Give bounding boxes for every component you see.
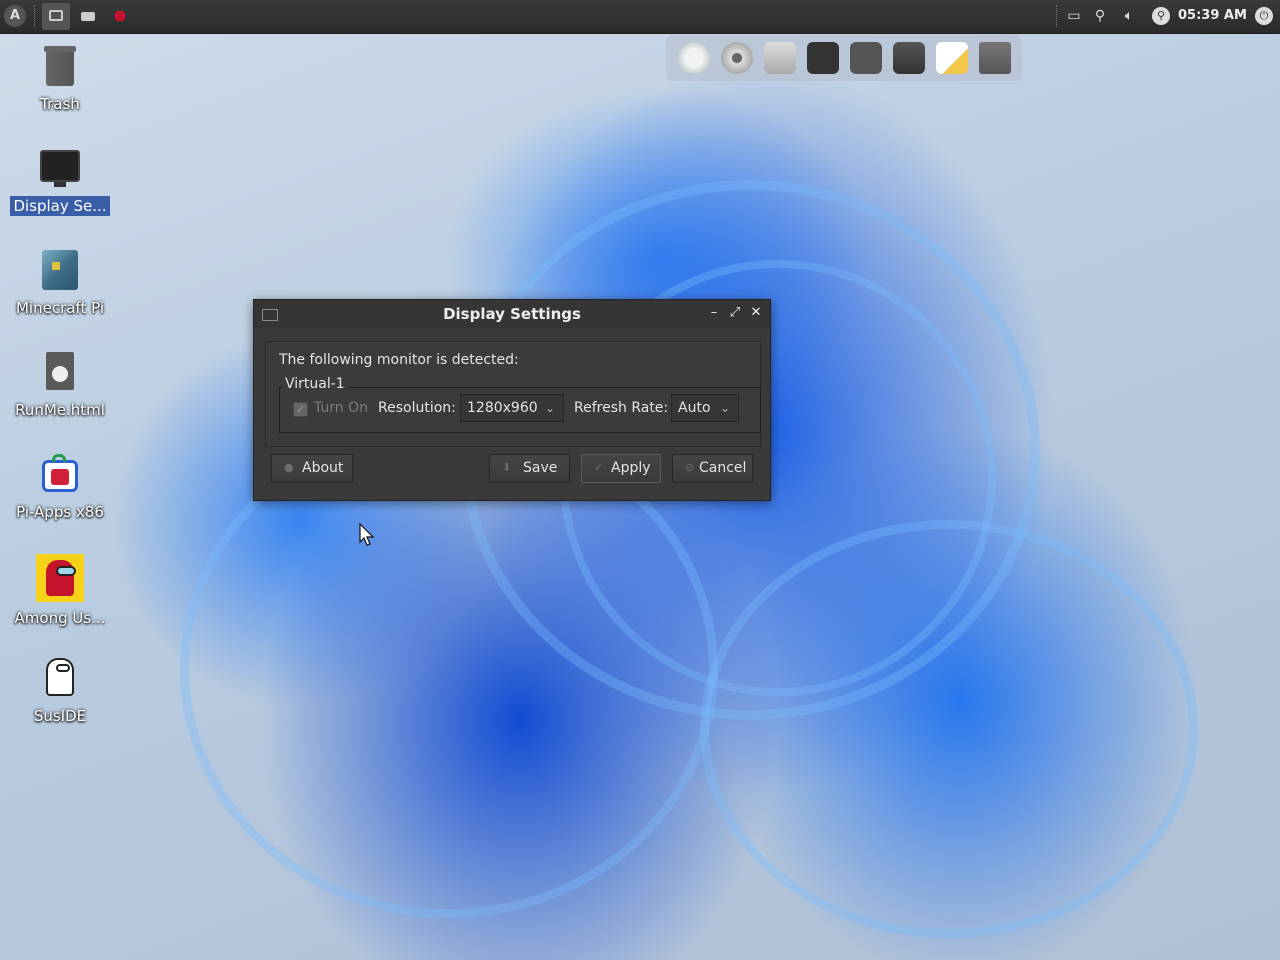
apply-label: Apply [611,460,651,476]
desktop-icon-label: Display Se... [10,196,110,216]
turn-on-label: Turn On [314,400,369,416]
top-panel: A ▭ ⚲ 🔈︎ ⚲ 05:39 AM ⏻ [0,0,1280,34]
cancel-label: Cancel [699,460,747,476]
among-us-icon [36,554,84,602]
calculator-icon[interactable] [850,42,882,74]
save-button[interactable]: ⬇ Save [489,454,570,483]
desktop-icon-label: Minecraft Pi [15,299,104,317]
info-icon: ● [284,461,294,474]
archive-icon[interactable] [764,42,796,74]
close-button[interactable]: ✕ [749,306,763,320]
desktop-icon-suside[interactable]: SusIDE [8,656,112,726]
among-us-icon [115,11,125,21]
trash-icon [38,44,82,88]
monitor-name: Virtual-1 [282,376,348,392]
disc-icon[interactable] [721,42,753,74]
mouse-cursor [359,523,375,546]
desktop-icon-minecraft-pi[interactable]: Minecraft Pi [8,248,112,318]
cancel-icon: ⊘ [685,461,695,474]
app-menu-button[interactable]: A [4,5,26,27]
refresh-rate-label: Refresh Rate: [574,400,669,416]
screen-icon[interactable]: ▭ [1066,8,1082,24]
clock[interactable]: 05:39 AM [1178,0,1247,33]
desktop-icon-label: Among Us... [14,609,106,627]
desktop-icon-label: RunMe.html [15,401,105,419]
terminal-icon[interactable] [807,42,839,74]
refresh-rate-value: Auto [678,400,711,416]
task-among-us[interactable] [106,3,134,30]
trash-icon[interactable] [979,42,1011,74]
chevron-down-icon: ⌄ [719,401,730,415]
about-label: About [302,460,344,476]
desktop-icon-trash[interactable]: Trash [8,44,112,114]
minimize-button[interactable]: – [707,306,721,320]
volume-icon[interactable]: 🔈︎ [1121,8,1137,24]
search-icon[interactable]: ⚲ [1152,7,1170,25]
desktop-icon-among-us[interactable]: Among Us... [8,554,112,628]
dialog-titlebar[interactable]: Display Settings – ⤢ ✕ [254,300,770,328]
panel-separator [34,5,37,27]
window-icon [81,12,95,21]
save-icon: ⬇ [502,461,512,474]
refresh-rate-select[interactable]: Auto ⌄ [671,394,739,422]
desktop-icon-pi-apps[interactable]: Pi-Apps x86 [8,452,112,522]
dock [666,35,1022,81]
dialog-title: Display Settings [443,305,581,323]
suside-icon [38,656,82,700]
about-button[interactable]: ● About [271,454,353,483]
desktop-icon-label: Trash [40,95,80,113]
desktop-icon-display-settings[interactable]: Display Se... [8,146,112,216]
paperclip-icon[interactable]: ⚲ [1092,8,1108,24]
monitor-icon [49,10,63,21]
notepad-icon[interactable] [936,42,968,74]
minecraft-icon [38,248,82,292]
desktop-icon-runme-html[interactable]: RunMe.html [8,350,112,420]
maximize-button[interactable]: ⤢ [728,306,742,320]
dialog-content: The following monitor is detected: ✓ Tur… [265,341,761,447]
detected-text: The following monitor is detected: [279,352,519,368]
resolution-value: 1280x960 [467,400,538,416]
resolution-select[interactable]: 1280x960 ⌄ [460,394,564,422]
save-label: Save [523,460,558,476]
task-window[interactable] [74,3,102,30]
cancel-button[interactable]: ⊘ Cancel [672,454,753,483]
task-display-settings[interactable] [42,3,70,30]
apply-button[interactable]: ✓ Apply [581,454,661,483]
chevron-down-icon: ⌄ [544,401,555,415]
desktop-icon-label: SusIDE [33,707,87,725]
check-icon: ✓ [594,461,604,474]
desktop-icon-label: Pi-Apps x86 [16,503,104,521]
monitor-frame: ✓ Turn On Resolution: 1280x960 ⌄ Refresh… [279,387,761,433]
wallpaper-swirl [700,520,1198,938]
panel-separator [1056,5,1059,27]
rocket-icon[interactable] [678,42,710,74]
folder-icon[interactable] [893,42,925,74]
turn-on-checkbox[interactable]: ✓ [293,402,308,417]
pi-apps-icon [38,452,82,496]
power-icon[interactable]: ⏻ [1255,7,1273,25]
display-settings-dialog: Display Settings – ⤢ ✕ The following mon… [253,299,771,501]
resolution-label: Resolution: [378,400,456,416]
html-file-icon [38,350,82,394]
monitor-icon [38,146,82,190]
